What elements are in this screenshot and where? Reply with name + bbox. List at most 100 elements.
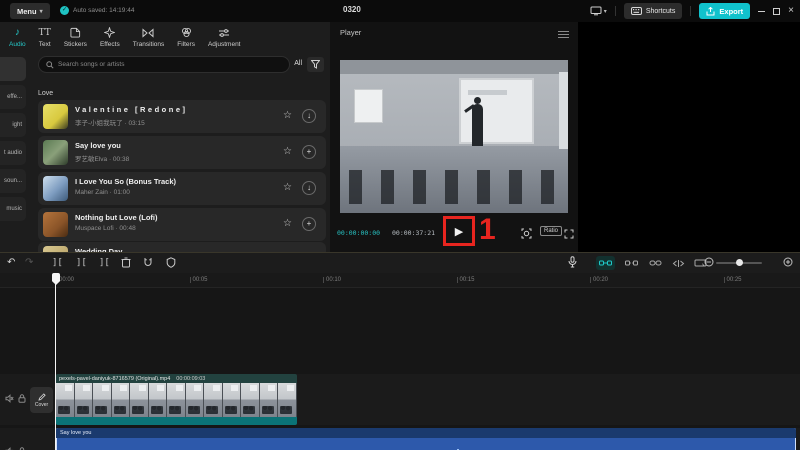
undo-icon[interactable]: ↶	[7, 256, 15, 270]
song-card[interactable]: Valentine [Redone] 李子-小姐我玩了 · 03:15 ☆ ↓	[38, 100, 326, 133]
rail-item-2[interactable]: ight	[0, 113, 26, 137]
ruler-label: 00:20	[593, 277, 608, 283]
download-icon[interactable]: ↓	[302, 109, 316, 123]
video-frame	[340, 60, 568, 213]
redo-icon[interactable]: ↷	[25, 256, 33, 270]
delete-left-icon[interactable]: ][	[76, 256, 87, 270]
autosave-text: Auto saved: 14:19:44	[73, 7, 134, 14]
add-to-timeline-icon[interactable]: +	[302, 217, 316, 231]
delete-icon[interactable]	[121, 257, 131, 273]
audio-clip-name: Say love you	[60, 430, 92, 436]
favorite-star-icon[interactable]: ☆	[283, 110, 292, 122]
zoom-slider-thumb[interactable]	[736, 259, 743, 266]
display-layout-icon[interactable]: ▾	[590, 6, 607, 16]
song-card[interactable]: Say love you 罗艺敏Elva · 00:38 ☆ +	[38, 136, 326, 169]
shield-snap-icon[interactable]	[166, 257, 176, 273]
divider	[690, 6, 691, 16]
linking-toggle[interactable]	[622, 256, 641, 270]
clip-filmstrip	[56, 383, 297, 417]
ruler-label: 00:10	[326, 277, 341, 283]
audio-note-icon: ♪	[15, 27, 20, 39]
preview-focus-icon[interactable]	[521, 226, 532, 244]
library-tabs: ♪ Audio TT Text Stickers Effects Transit…	[0, 22, 330, 52]
ratio-button[interactable]: Ratio	[540, 226, 562, 236]
rail-item-4[interactable]: soun...	[0, 169, 26, 193]
tab-adjustment[interactable]: Adjustment	[208, 27, 241, 48]
capcut-app: Menu ▾ ✓ Auto saved: 14:19:44 0320 ▾ Sho…	[0, 0, 800, 450]
search-bar[interactable]	[38, 56, 290, 73]
fullscreen-icon[interactable]	[564, 226, 574, 244]
minimize-button[interactable]	[758, 11, 765, 12]
total-timecode: 00:00:37:21	[392, 229, 435, 237]
lock-icon[interactable]	[18, 394, 26, 403]
video-clip[interactable]: pexels-pavel-daniyuk-8716579 (Original).…	[56, 374, 297, 425]
player-title: Player	[340, 28, 361, 37]
tab-effects[interactable]: Effects	[100, 27, 120, 48]
link-clips-icon[interactable]	[646, 256, 665, 270]
split-icon[interactable]: ][	[52, 256, 63, 270]
ruler-label: 00:15	[460, 277, 475, 283]
shortcuts-button[interactable]: Shortcuts	[624, 3, 683, 19]
tab-filters[interactable]: Filters	[177, 27, 195, 48]
ruler-tick	[457, 277, 458, 283]
audio-clip-header: Say love you	[56, 428, 796, 438]
menu-button-label: Menu	[17, 7, 37, 16]
filter-all-label[interactable]: All	[294, 60, 302, 67]
sparkle-icon	[104, 27, 115, 39]
chevron-down-icon: ▾	[604, 8, 607, 15]
project-title: 0320	[343, 5, 361, 14]
search-input[interactable]	[58, 61, 258, 68]
delete-right-icon[interactable]: ][	[99, 256, 110, 270]
mirror-clip-icon[interactable]	[669, 256, 688, 270]
maximize-button[interactable]	[773, 8, 780, 15]
song-card[interactable]: Nothing but Love (Lofi) Muspace Lofi · 0…	[38, 208, 326, 241]
menu-button[interactable]: Menu ▾	[10, 3, 50, 19]
filter-icon[interactable]	[307, 57, 324, 72]
play-button[interactable]: ▶	[455, 225, 463, 238]
close-button[interactable]: ×	[788, 6, 794, 16]
download-icon[interactable]: ↓	[302, 181, 316, 195]
zoom-in-icon[interactable]	[783, 257, 793, 272]
tab-audio[interactable]: ♪ Audio	[9, 27, 26, 48]
favorite-star-icon[interactable]: ☆	[283, 146, 292, 158]
rail-item-5[interactable]: music	[0, 197, 26, 221]
tab-transitions[interactable]: Transitions	[133, 27, 165, 48]
playhead-line	[55, 273, 56, 450]
filmstrip-frame	[223, 383, 242, 417]
add-to-timeline-icon[interactable]: +	[302, 145, 316, 159]
song-card[interactable]: Wedding Day	[38, 242, 326, 252]
filmstrip-frame	[278, 383, 297, 417]
tab-stickers[interactable]: Stickers	[64, 27, 87, 48]
audio-clip[interactable]: Say love you	[56, 428, 796, 450]
rail-item-0[interactable]	[0, 57, 26, 81]
empty-workspace	[578, 22, 800, 252]
favorite-star-icon[interactable]: ☆	[283, 218, 292, 230]
ruler-label: 00:05	[193, 277, 208, 283]
player-menu-icon[interactable]	[558, 29, 569, 40]
filmstrip-frame	[130, 383, 149, 417]
autosave-status: ✓ Auto saved: 14:19:44	[60, 6, 134, 15]
export-button[interactable]: Export	[699, 3, 750, 19]
song-thumbnail	[43, 212, 68, 237]
rail-item-1[interactable]: effe...	[0, 85, 26, 109]
ruler-tick	[190, 277, 191, 283]
ruler-tick	[724, 277, 725, 283]
magnet-icon[interactable]	[143, 257, 153, 273]
zoom-out-icon[interactable]	[704, 257, 714, 272]
zoom-slider[interactable]	[716, 262, 762, 264]
filmstrip-frame	[186, 383, 205, 417]
magnet-toggle[interactable]	[596, 256, 615, 270]
mute-speaker-icon[interactable]	[5, 394, 14, 403]
time-ruler[interactable]: 00:0000:0500:1000:1500:2000:25	[0, 273, 800, 288]
rail-item-3[interactable]: t audio	[0, 141, 26, 165]
video-clip-header: pexels-pavel-daniyuk-8716579 (Original).…	[56, 374, 297, 383]
cover-button[interactable]: Cover	[30, 387, 53, 413]
song-card[interactable]: I Love You So (Bonus Track) Maher Zain ·…	[38, 172, 326, 205]
microphone-icon[interactable]	[568, 256, 577, 273]
filmstrip-frame	[112, 383, 131, 417]
filmstrip-frame	[241, 383, 260, 417]
tab-text[interactable]: TT Text	[39, 27, 51, 48]
ruler-tick	[590, 277, 591, 283]
favorite-star-icon[interactable]: ☆	[283, 182, 292, 194]
export-button-label: Export	[719, 7, 743, 16]
